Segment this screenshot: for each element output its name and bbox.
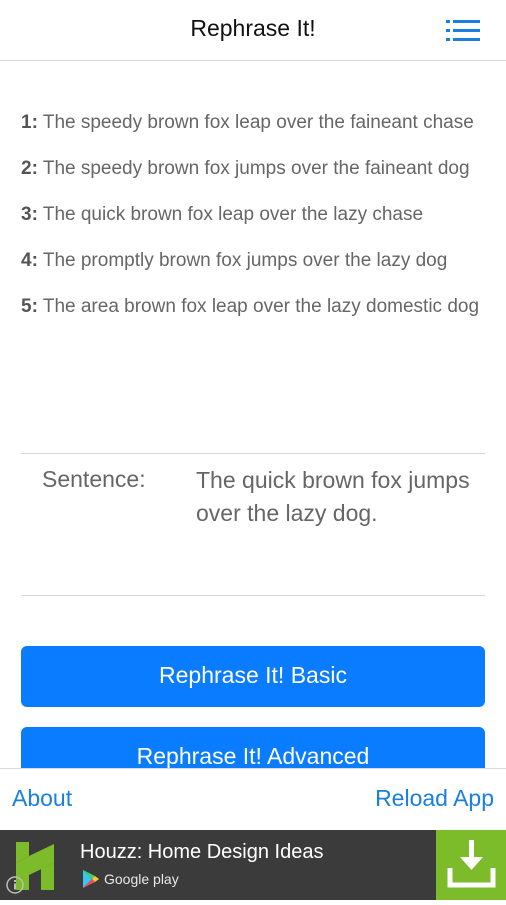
google-play-label: Google play — [104, 871, 179, 887]
reload-app-link[interactable]: Reload App — [375, 785, 494, 812]
result-number: 4: — [21, 250, 38, 271]
ad-title: Houzz: Home Design Ideas — [80, 841, 324, 863]
result-number: 3: — [21, 204, 38, 225]
result-text: The area brown fox leap over the lazy do… — [37, 296, 480, 317]
sentence-label: Sentence: — [42, 466, 146, 492]
result-item: 5: The area brown fox leap over the lazy… — [21, 293, 485, 320]
hamburger-menu-icon[interactable] — [446, 20, 480, 42]
result-item: 1: The speedy brown fox leap over the fa… — [21, 109, 485, 136]
result-number: 2: — [21, 158, 38, 179]
google-play-badge: Google play — [82, 868, 179, 890]
result-text: The speedy brown fox leap over the faine… — [37, 112, 474, 133]
result-item: 4: The promptly brown fox jumps over the… — [21, 247, 485, 274]
app-title: Rephrase It! — [190, 15, 316, 41]
bottom-nav: About Reload App — [0, 768, 506, 831]
result-number: 5: — [21, 296, 38, 317]
about-link[interactable]: About — [12, 785, 72, 812]
result-text: The promptly brown fox jumps over the la… — [37, 250, 448, 271]
app-bar: Rephrase It! — [0, 0, 506, 61]
divider — [21, 595, 485, 596]
rephrase-results-list: 1: The speedy brown fox leap over the fa… — [21, 109, 485, 339]
divider — [21, 453, 485, 454]
google-play-icon — [83, 870, 99, 888]
result-item: 2: The speedy brown fox jumps over the f… — [21, 155, 485, 182]
download-button[interactable] — [436, 830, 506, 900]
rephrase-basic-button[interactable]: Rephrase It! Basic — [21, 646, 485, 707]
result-item: 3: The quick brown fox leap over the laz… — [21, 201, 485, 228]
sentence-field[interactable]: The quick brown fox jumps over the lazy … — [196, 464, 476, 530]
result-number: 1: — [21, 112, 38, 133]
info-icon[interactable] — [6, 876, 24, 894]
ad-banner[interactable]: Houzz: Home Design Ideas Google play — [0, 830, 506, 900]
result-text: The speedy brown fox jumps over the fain… — [37, 158, 470, 179]
result-text: The quick brown fox leap over the lazy c… — [37, 204, 424, 225]
download-icon — [447, 840, 496, 888]
